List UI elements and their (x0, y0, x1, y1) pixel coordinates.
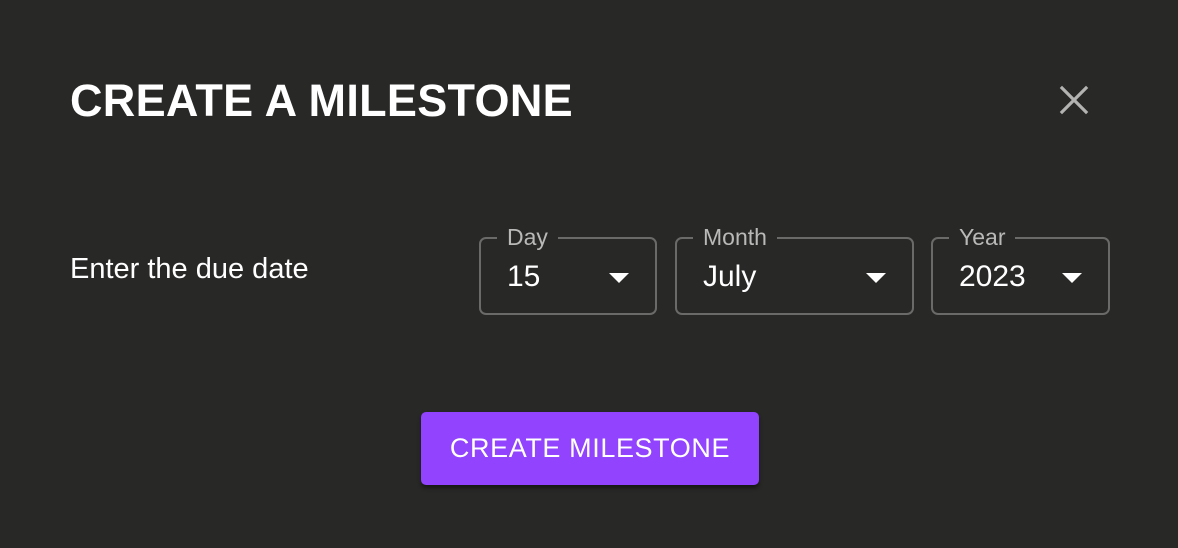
month-select-value: July (703, 260, 757, 293)
chevron-down-icon (866, 273, 886, 283)
close-icon (1059, 85, 1089, 115)
year-select-value: 2023 (959, 260, 1026, 293)
month-select-legend: Month (693, 222, 777, 252)
day-select-value: 15 (507, 260, 541, 293)
day-select[interactable]: Day 15 (479, 222, 657, 315)
close-button[interactable] (1050, 76, 1098, 124)
year-select-legend: Year (949, 222, 1016, 252)
chevron-down-icon (609, 273, 629, 283)
create-milestone-dialog: CREATE A MILESTONE Enter the due date Da… (0, 0, 1178, 548)
chevron-down-icon (1062, 273, 1082, 283)
dialog-title: CREATE A MILESTONE (70, 75, 573, 126)
day-select-legend: Day (497, 222, 558, 252)
month-select[interactable]: Month July (675, 222, 914, 315)
create-milestone-button[interactable]: CREATE MILESTONE (421, 412, 759, 485)
year-select[interactable]: Year 2023 (931, 222, 1110, 315)
due-date-label: Enter the due date (70, 253, 309, 285)
